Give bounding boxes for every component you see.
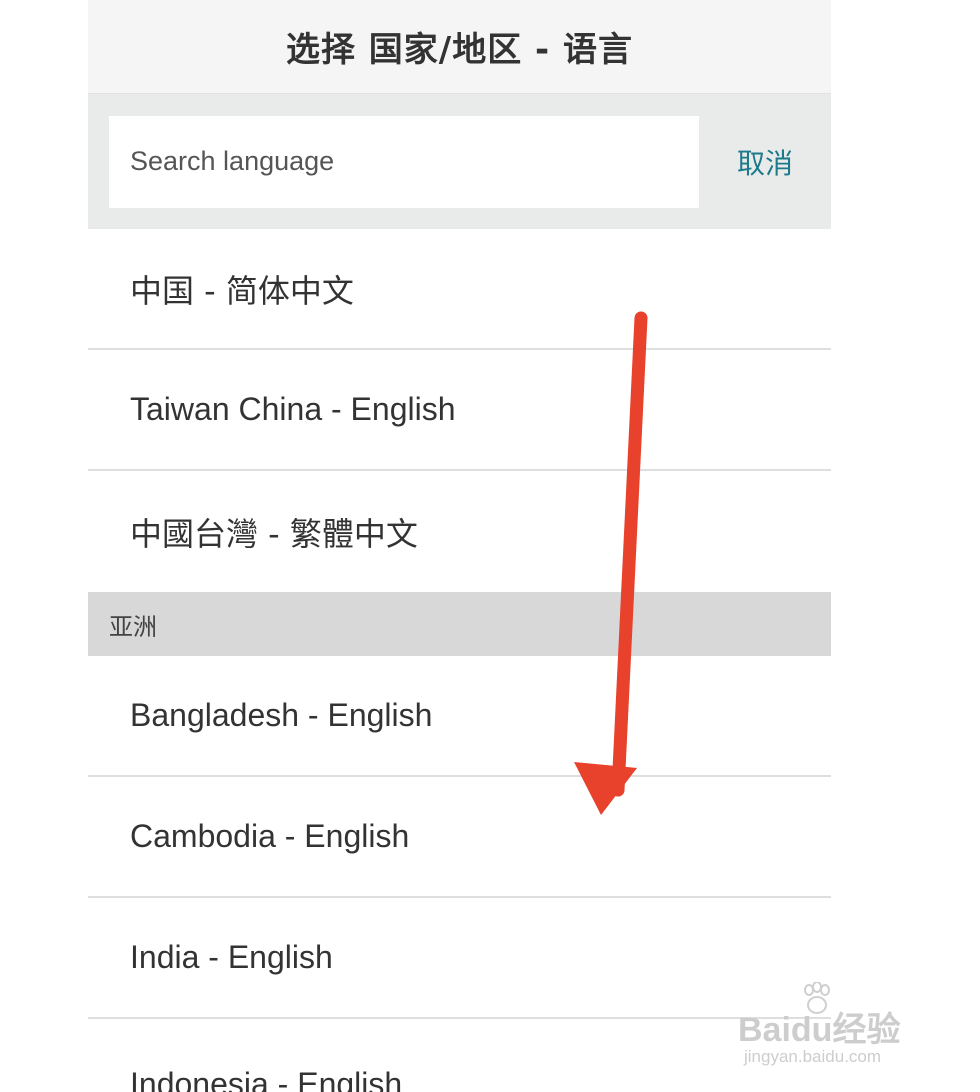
watermark: Baidu经验 jingyan.baidu.com [738,982,928,1072]
list-item-cambodia[interactable]: Cambodia - English [88,777,831,898]
cancel-button[interactable]: 取消 [737,142,793,182]
search-input[interactable] [109,115,699,208]
list-item-china-simplified[interactable]: 中国 - 简体中文 [88,229,831,350]
section-header-asia: 亚洲 [88,592,831,656]
watermark-brand: Baidu经验 [738,1011,901,1049]
list-item-indonesia[interactable]: Indonesia - English [88,1019,831,1092]
list-item-india[interactable]: India - English [88,898,831,1019]
screen: 选择 国家/地区 - 语言 取消 中国 - 简体中文 Taiwan China … [0,0,980,1092]
language-selector-panel: 选择 国家/地区 - 语言 取消 中国 - 简体中文 Taiwan China … [88,0,831,1092]
title-bar: 选择 国家/地区 - 语言 [88,0,831,94]
watermark-url: jingyan.baidu.com [744,1047,882,1066]
search-bar: 取消 [88,94,831,229]
list-item-taiwan-traditional[interactable]: 中國台灣 - 繁體中文 [88,471,831,592]
list-item-bangladesh[interactable]: Bangladesh - English [88,656,831,777]
list-item-taiwan-english[interactable]: Taiwan China - English [88,350,831,471]
page-title: 选择 国家/地区 - 语言 [285,30,634,70]
